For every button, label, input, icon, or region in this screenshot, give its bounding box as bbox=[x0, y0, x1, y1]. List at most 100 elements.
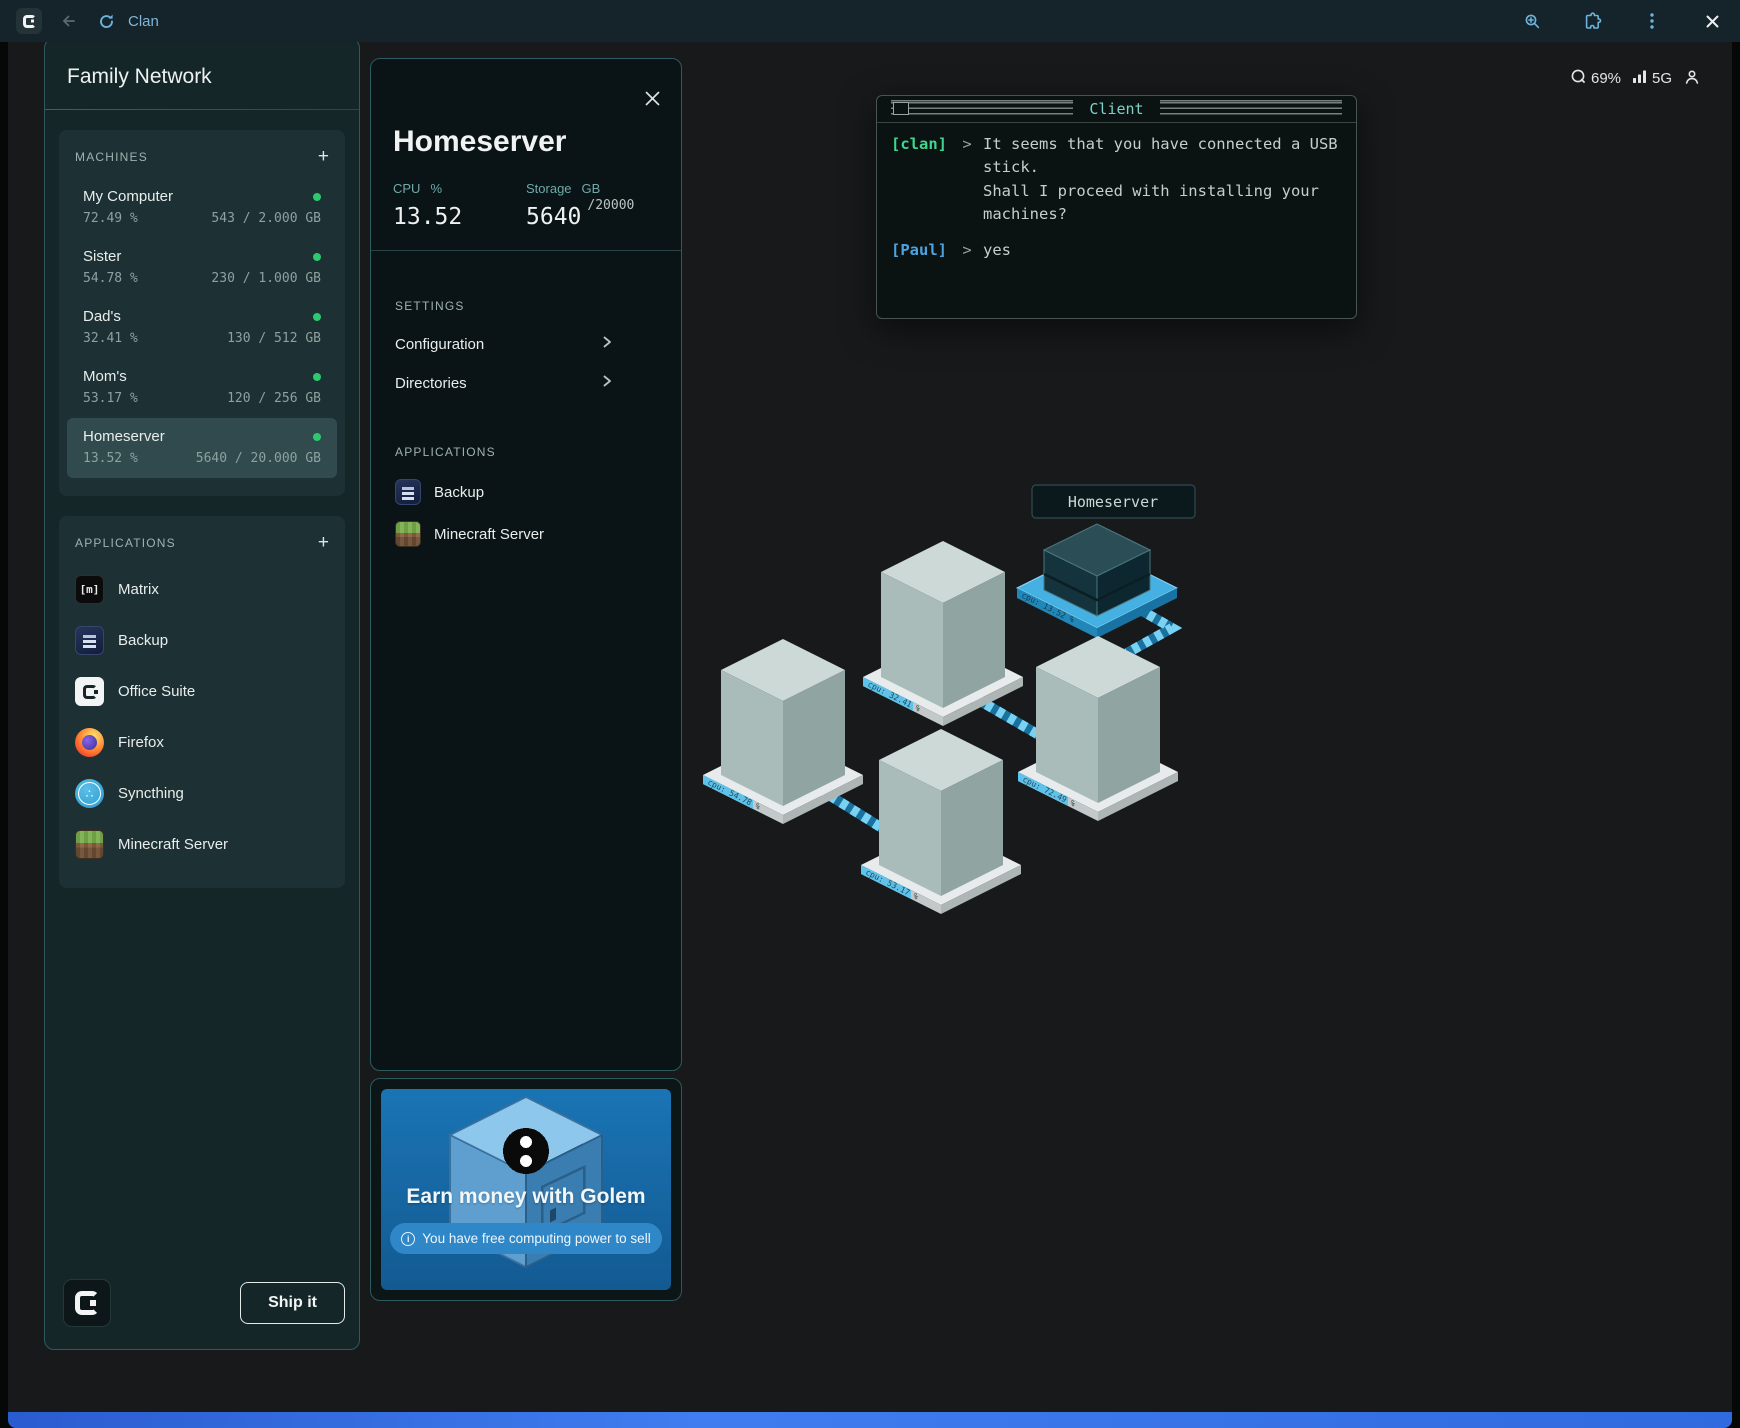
settings-header: SETTINGS bbox=[395, 299, 657, 313]
machine-cpu: 53.17 % bbox=[83, 391, 138, 406]
menu-kebab-icon[interactable] bbox=[1640, 9, 1664, 33]
machines-card: MACHINES + My Computer 72.49 % 543 / 2.0… bbox=[59, 130, 345, 496]
client-terminal-window: Client [clan] > It seems that you have c… bbox=[876, 95, 1357, 319]
application-item[interactable]: Matrix bbox=[59, 564, 345, 615]
backup-icon bbox=[395, 479, 421, 505]
refresh-icon[interactable] bbox=[94, 9, 118, 33]
detail-applications-list: Backup Minecraft Server bbox=[395, 471, 657, 555]
cpu-meter: CPU % 13.52 bbox=[393, 181, 526, 230]
homeserver-tooltip: Homeserver bbox=[1032, 485, 1195, 518]
application-name: Minecraft Server bbox=[118, 836, 228, 853]
online-dot bbox=[313, 433, 321, 441]
diagram-node-moms[interactable]: cpu: 53.17 % bbox=[861, 729, 1021, 914]
ship-it-button[interactable]: Ship it bbox=[240, 1282, 345, 1324]
extensions-puzzle-icon[interactable] bbox=[1580, 9, 1604, 33]
matrix-icon bbox=[75, 575, 104, 604]
storage-value: 5640 bbox=[526, 204, 581, 230]
storage-label: Storage bbox=[526, 181, 572, 196]
online-dot bbox=[313, 193, 321, 201]
application-item[interactable]: Office Suite bbox=[59, 666, 345, 717]
chevron-right-icon bbox=[601, 374, 613, 393]
settings-label: Directories bbox=[395, 375, 467, 392]
info-icon: i bbox=[401, 1232, 415, 1246]
application-item[interactable]: Backup bbox=[59, 615, 345, 666]
machine-storage: 230 / 1.000 GB bbox=[211, 271, 321, 286]
applications-list: Matrix Backup Office Suite Firef bbox=[59, 564, 345, 870]
bottom-accent-bar bbox=[8, 1412, 1732, 1428]
detail-application-item[interactable]: Minecraft Server bbox=[395, 513, 657, 555]
application-name: Backup bbox=[118, 632, 168, 649]
applications-card: APPLICATIONS + Matrix Backup bbox=[59, 516, 345, 888]
back-arrow-icon[interactable] bbox=[56, 9, 80, 33]
cpu-label: CPU bbox=[393, 181, 420, 196]
zoom-icon[interactable] bbox=[1520, 9, 1544, 33]
machine-storage: 5640 / 20.000 GB bbox=[196, 451, 321, 466]
add-machine-button[interactable]: + bbox=[318, 150, 329, 164]
message-speaker: [Paul] bbox=[891, 241, 951, 262]
settings-list: Configuration Directories bbox=[395, 325, 657, 403]
machine-name: Sister bbox=[83, 248, 121, 265]
titlebar-stripes bbox=[891, 100, 1073, 118]
diagram-node-my-computer[interactable]: cpu: 72.49 % bbox=[1018, 636, 1178, 821]
user-icon bbox=[1684, 69, 1700, 89]
settings-row[interactable]: Directories bbox=[395, 364, 613, 403]
machine-item[interactable]: Dad's 32.41 % 130 / 512 GB bbox=[67, 298, 337, 358]
storage-meter: Storage GB 5640 /20000 bbox=[526, 181, 659, 230]
machine-name: Homeserver bbox=[83, 428, 165, 445]
machine-storage: 543 / 2.000 GB bbox=[211, 211, 321, 226]
machine-name: Mom's bbox=[83, 368, 127, 385]
machines-header: MACHINES bbox=[75, 150, 148, 164]
add-application-button[interactable]: + bbox=[318, 536, 329, 550]
network-diagram: cpu: 13.52 % cpu: 32.41 % cpu: 72.49 % bbox=[680, 470, 1210, 930]
backup-icon bbox=[75, 626, 104, 655]
storage-unit: GB bbox=[582, 181, 601, 196]
machine-name: My Computer bbox=[83, 188, 173, 205]
application-item[interactable]: Minecraft Server bbox=[59, 819, 345, 870]
terminal-close-box[interactable] bbox=[893, 102, 909, 115]
detail-title: Homeserver bbox=[393, 59, 659, 159]
application-name: Firefox bbox=[118, 734, 164, 751]
machine-cpu: 72.49 % bbox=[83, 211, 138, 226]
close-panel-icon[interactable] bbox=[641, 87, 663, 109]
office-suite-icon bbox=[75, 677, 104, 706]
close-window-icon[interactable] bbox=[1700, 9, 1724, 33]
terminal-message: [Paul] > yes bbox=[891, 241, 1342, 262]
machine-item[interactable]: Sister 54.78 % 230 / 1.000 GB bbox=[67, 238, 337, 298]
application-item[interactable]: Firefox bbox=[59, 717, 345, 768]
machine-item[interactable]: My Computer 72.49 % 543 / 2.000 GB bbox=[67, 178, 337, 238]
message-text: It seems that you have connected a USB s… bbox=[983, 133, 1338, 226]
machine-item[interactable]: Mom's 53.17 % 120 / 256 GB bbox=[67, 358, 337, 418]
message-prompt: > bbox=[951, 135, 983, 226]
chevron-right-icon bbox=[601, 335, 613, 354]
terminal-title: Client bbox=[1089, 100, 1143, 118]
machine-storage: 120 / 256 GB bbox=[227, 391, 321, 406]
machine-storage: 130 / 512 GB bbox=[227, 331, 321, 346]
diagram-node-dads[interactable]: cpu: 32.41 % bbox=[863, 541, 1023, 726]
application-name: Matrix bbox=[118, 581, 159, 598]
machines-list: My Computer 72.49 % 543 / 2.000 GB Siste… bbox=[59, 178, 345, 478]
settings-row[interactable]: Configuration bbox=[395, 325, 613, 364]
clan-logo-tile bbox=[63, 1279, 111, 1327]
terminal-titlebar[interactable]: Client bbox=[877, 96, 1356, 123]
application-name: Office Suite bbox=[118, 683, 195, 700]
machine-name: Dad's bbox=[83, 308, 121, 325]
message-prompt: > bbox=[951, 241, 983, 262]
network-type: 5G bbox=[1652, 70, 1672, 87]
page-title: Clan bbox=[128, 13, 159, 30]
machine-detail-panel: Homeserver CPU % 13.52 Storage GB 5640 bbox=[370, 58, 682, 1071]
detail-application-item[interactable]: Backup bbox=[395, 471, 657, 513]
detail-applications-header: APPLICATIONS bbox=[395, 445, 657, 459]
application-name: Minecraft Server bbox=[434, 526, 544, 543]
application-name: Backup bbox=[434, 484, 484, 501]
signal-bars-icon bbox=[1633, 70, 1648, 87]
system-status-bar: 69% 5G bbox=[1570, 68, 1700, 89]
message-text: yes bbox=[983, 239, 1011, 262]
application-item[interactable]: Syncthing bbox=[59, 768, 345, 819]
promo-title: Earn money with Golem bbox=[381, 1185, 671, 1209]
machine-cpu: 32.41 % bbox=[83, 331, 138, 346]
storage-total: /20000 bbox=[587, 198, 634, 213]
firefox-icon bbox=[75, 728, 104, 757]
tooltip-text: Homeserver bbox=[1068, 493, 1158, 511]
machine-item[interactable]: Homeserver 13.52 % 5640 / 20.000 GB bbox=[67, 418, 337, 478]
golem-promo-card[interactable]: Earn money with Golem i You have free co… bbox=[381, 1089, 671, 1290]
